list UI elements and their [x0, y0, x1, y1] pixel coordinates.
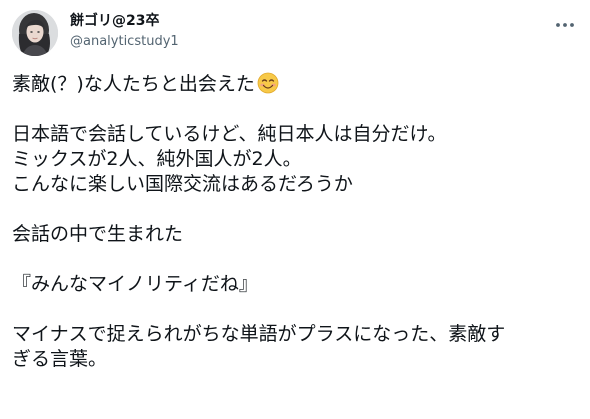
tweet-line: 『みんなマイノリティだね』: [12, 273, 258, 295]
tweet-card: 餅ゴリ@23卒 @analyticstudy1 素敵(？)な人たちと出会えた 日…: [0, 0, 590, 419]
tweet-line: マイナスで捉えられがちな単語がプラスになった、素敵す: [12, 323, 506, 345]
tweet-line: 会話の中で生まれた: [12, 223, 184, 245]
more-options-button[interactable]: [554, 16, 576, 34]
profile-photo-icon: [12, 10, 58, 56]
avatar[interactable]: [12, 10, 58, 56]
tweet-text: 素敵(？)な人たちと出会えた 日本語で会話しているけど、純日本人は自分だけ。 ミ…: [12, 72, 578, 372]
tweet-line: 日本語で会話しているけど、純日本人は自分だけ。: [12, 123, 447, 145]
author-names: 餅ゴリ@23卒 @analyticstudy1: [70, 12, 179, 51]
smiling-face-emoji-icon: [257, 72, 279, 94]
display-name[interactable]: 餅ゴリ@23卒: [70, 12, 179, 30]
more-options-icon: [556, 23, 574, 27]
user-handle[interactable]: @analyticstudy1: [70, 33, 179, 51]
tweet-line: ミックスが2人、純外国人が2人。: [12, 148, 302, 170]
tweet-line-text: 素敵(？)な人たちと出会えた: [12, 73, 255, 95]
tweet-header: 餅ゴリ@23卒 @analyticstudy1: [12, 8, 578, 56]
tweet-line: ぎる言葉。: [12, 348, 108, 370]
tweet-line: 素敵(？)な人たちと出会えた: [12, 72, 578, 97]
tweet-line: こんなに楽しい国際交流はあるだろうか: [12, 173, 353, 195]
